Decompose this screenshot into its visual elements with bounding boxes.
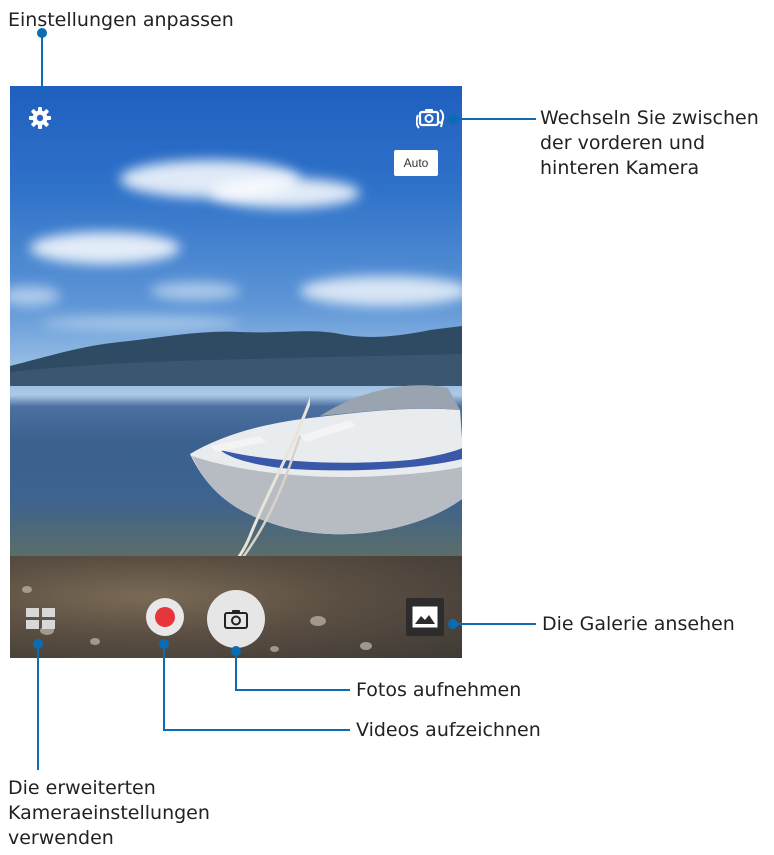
label-switch-camera-line2: der vorderen und <box>540 132 706 154</box>
record-icon <box>155 607 175 627</box>
gallery-button[interactable] <box>406 598 444 636</box>
callout-dot-photo <box>231 646 241 656</box>
callout-line-switch-camera <box>452 118 536 120</box>
label-advanced: Die erweiterten Kameraeinstellungen verw… <box>8 776 210 851</box>
grid-mode-icon[interactable] <box>26 608 56 630</box>
label-advanced-line2: Kameraeinstellungen <box>8 802 210 824</box>
label-advanced-line1: Die erweiterten <box>8 777 156 799</box>
callout-line-video <box>163 644 165 730</box>
camera-viewfinder[interactable]: Auto <box>10 86 462 658</box>
callout-line-photo <box>235 652 237 690</box>
shutter-button[interactable] <box>207 590 265 648</box>
label-gallery: Die Galerie ansehen <box>542 613 735 635</box>
scene-mode-button[interactable]: Auto <box>394 150 438 176</box>
cloud <box>210 178 360 208</box>
callout-dot-video <box>159 639 169 649</box>
label-photo: Fotos aufnehmen <box>356 679 522 701</box>
callout-dot-settings <box>37 28 47 38</box>
label-switch-camera: Wechseln Sie zwischen der vorderen und h… <box>540 106 759 181</box>
callout-line-settings <box>41 36 43 94</box>
callout-dot-gallery <box>448 619 458 629</box>
cloud <box>150 282 240 300</box>
cloud <box>300 276 462 306</box>
cloud <box>30 232 180 264</box>
gallery-icon <box>412 606 438 628</box>
callout-line-gallery <box>452 623 536 625</box>
pebble <box>360 642 372 650</box>
label-switch-camera-line3: hinteren Kamera <box>540 157 700 179</box>
label-video: Videos aufzeichnen <box>356 719 541 741</box>
pebble <box>90 638 100 645</box>
label-advanced-line3: verwenden <box>8 827 114 849</box>
callout-dot-switch-camera <box>448 114 458 124</box>
callout-line-advanced <box>37 644 39 770</box>
cloud <box>10 286 60 306</box>
record-video-button[interactable] <box>146 598 184 636</box>
callout-dot-advanced <box>33 639 43 649</box>
pebble <box>310 616 326 626</box>
switch-camera-icon[interactable] <box>416 106 446 132</box>
pebble <box>270 646 279 652</box>
camera-icon <box>224 610 248 629</box>
pebble <box>22 586 32 593</box>
gear-icon[interactable] <box>28 106 52 130</box>
callout-line-photo-h <box>235 689 350 691</box>
label-switch-camera-line1: Wechseln Sie zwischen <box>540 107 759 129</box>
callout-line-video-h <box>163 729 350 731</box>
